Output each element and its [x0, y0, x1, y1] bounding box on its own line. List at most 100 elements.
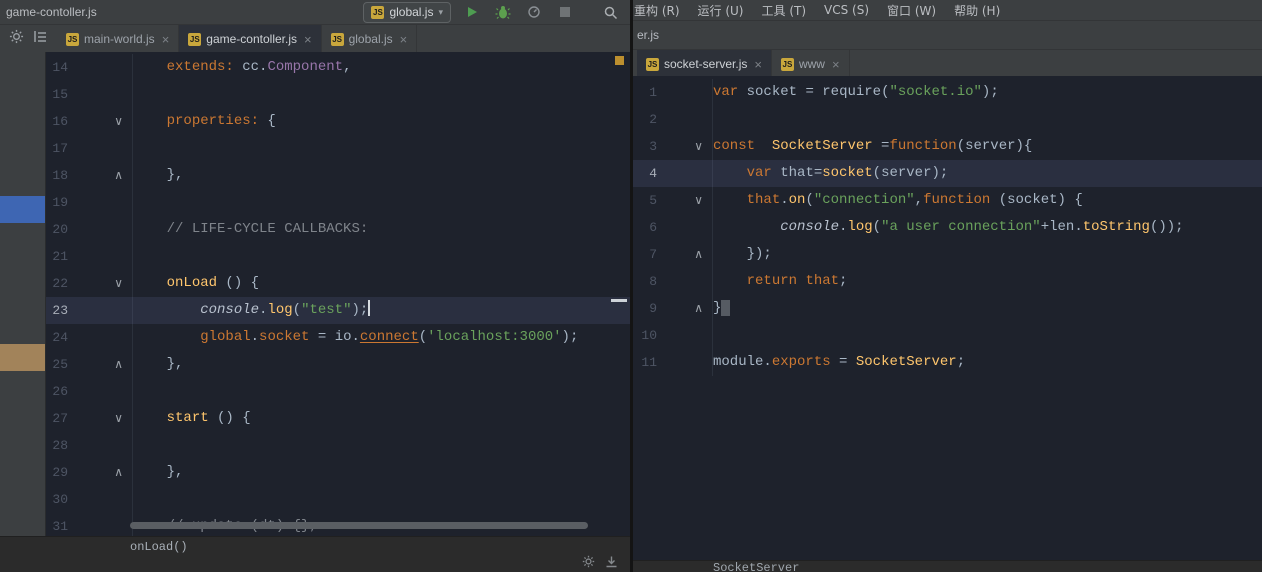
- left-editor[interactable]: 14 extends: cc.Component, 15 16 ∨ propertie…: [0, 52, 630, 536]
- code-token: "test": [301, 302, 352, 318]
- tabbar-tools: [0, 25, 57, 53]
- menu-item[interactable]: 工具 (T): [753, 2, 816, 19]
- fold-marker-icon[interactable]: ∧: [657, 295, 713, 322]
- close-tab-icon[interactable]: ×: [304, 32, 312, 47]
- debug-button[interactable]: [493, 3, 513, 21]
- horizontal-scrollbar[interactable]: [130, 522, 588, 529]
- code-line-17[interactable]: 17: [45, 135, 630, 162]
- fold-marker-icon[interactable]: ∨: [68, 405, 133, 432]
- code-line-19[interactable]: 19: [45, 189, 630, 216]
- code-line-27[interactable]: 27 ∨ start () {: [45, 405, 630, 432]
- code-token: that: [746, 192, 781, 208]
- code-line-29[interactable]: 29 ∧ },: [45, 459, 630, 486]
- menu-item[interactable]: 窗口 (W): [878, 2, 945, 19]
- tab-www[interactable]: JS www ×: [772, 50, 850, 78]
- line-number: 29: [52, 465, 68, 480]
- code-line-22[interactable]: 22 ∨ onLoad () {: [45, 270, 630, 297]
- fold-marker-icon[interactable]: ∨: [657, 133, 713, 160]
- run-configuration-select[interactable]: JS global.js ▾: [363, 1, 451, 23]
- code-line-7[interactable]: 7 ∧ });: [633, 241, 1262, 268]
- code-line-5[interactable]: 5 ∨ that.on("connection",function (socket…: [633, 187, 1262, 214]
- code-line-28[interactable]: 28: [45, 432, 630, 459]
- caret-stripe-marker[interactable]: [611, 299, 627, 302]
- code-line-3[interactable]: 3 ∨ const SocketServer =function(server){: [633, 133, 1262, 160]
- menu-item[interactable]: VCS (S): [815, 3, 878, 17]
- menu-item[interactable]: 运行 (U): [689, 2, 753, 19]
- code-line-6[interactable]: 6 console.log("a user connection"+len.to…: [633, 214, 1262, 241]
- fold-marker-icon[interactable]: ∨: [68, 270, 133, 297]
- tab-game-contoller.js[interactable]: JS game-contoller.js ×: [179, 25, 322, 53]
- code-line-18[interactable]: 18 ∧ },: [45, 162, 630, 189]
- code-token: .: [351, 329, 360, 345]
- hide-tabs-button[interactable]: [33, 29, 48, 49]
- code-token: (: [872, 165, 882, 181]
- code-token: [721, 300, 730, 316]
- stop-button[interactable]: [555, 3, 575, 21]
- menu-item[interactable]: 帮助 (H): [945, 2, 1009, 19]
- code-token: .: [250, 329, 260, 345]
- close-tab-icon[interactable]: ×: [400, 32, 408, 47]
- code-line-24[interactable]: 24 global.socket = io.connect('localhost…: [45, 324, 630, 351]
- code-token: {: [259, 113, 276, 129]
- project-panel-sliver[interactable]: [0, 52, 46, 536]
- code-token: ,: [343, 59, 352, 75]
- code-line-15[interactable]: 15: [45, 81, 630, 108]
- fold-gutter: [68, 432, 133, 459]
- close-tab-icon[interactable]: ×: [162, 32, 170, 47]
- breadcrumb[interactable]: onLoad(): [0, 536, 630, 556]
- js-file-icon: JS: [371, 5, 385, 19]
- code-line-8[interactable]: 8 return that;: [633, 268, 1262, 295]
- tab-global.js[interactable]: JS global.js ×: [322, 25, 418, 53]
- search-everywhere-button[interactable]: [600, 3, 620, 21]
- fold-marker-icon[interactable]: ∧: [68, 351, 133, 378]
- line-number: 7: [649, 247, 657, 262]
- code-line-4[interactable]: 4 var that=socket(server);: [633, 160, 1262, 187]
- left-titlebar: game-contoller.js JS global.js ▾: [0, 0, 630, 24]
- fold-marker-icon[interactable]: ∨: [68, 108, 133, 135]
- close-tab-icon[interactable]: ×: [754, 57, 762, 72]
- tab-main-world.js[interactable]: JS main-world.js ×: [57, 25, 180, 53]
- arrow-down-dock-icon: [606, 556, 617, 568]
- editor-settings-button[interactable]: [582, 555, 595, 572]
- code-line-21[interactable]: 21: [45, 243, 630, 270]
- profile-button[interactable]: [524, 3, 544, 21]
- code-line-10[interactable]: 10: [633, 322, 1262, 349]
- menu-item[interactable]: 重构 (R): [633, 2, 689, 19]
- code-line-14[interactable]: 14 extends: cc.Component,: [45, 54, 630, 81]
- line-number: 1: [649, 85, 657, 100]
- error-stripe-marker[interactable]: [615, 56, 624, 65]
- code-line-25[interactable]: 25 ∧ },: [45, 351, 630, 378]
- code-line-16[interactable]: 16 ∨ properties: {: [45, 108, 630, 135]
- code-line-11[interactable]: 11 module.exports = SocketServer;: [633, 349, 1262, 376]
- fold-marker-icon[interactable]: ∧: [657, 241, 713, 268]
- fold-marker-icon[interactable]: ∨: [657, 187, 713, 214]
- menu-bar: 重构 (R) 运行 (U) 工具 (T) VCS (S) 窗口 (W) 帮助 (H): [633, 0, 1262, 20]
- search-icon: [604, 6, 617, 19]
- js-file-icon: JS: [780, 57, 794, 71]
- fold-gutter: [68, 243, 133, 270]
- code-token: const: [713, 138, 756, 154]
- line-number: 5: [649, 193, 657, 208]
- close-tab-icon[interactable]: ×: [832, 57, 840, 72]
- right-editor[interactable]: 1 var socket = require("socket.io"); 2 3 ∨ co…: [633, 76, 1262, 560]
- fold-marker-icon[interactable]: ∧: [68, 162, 133, 189]
- code-line-23[interactable]: 23 console.log("test");: [45, 297, 630, 324]
- fold-gutter: [657, 214, 713, 241]
- right-editor-tabbar: JS socket-server.js × JS www ×: [633, 49, 1262, 79]
- run-button[interactable]: [462, 3, 482, 21]
- dock-button[interactable]: [605, 555, 618, 572]
- code-line-9[interactable]: 9 ∧}: [633, 295, 1262, 322]
- code-line-26[interactable]: 26: [45, 378, 630, 405]
- tab-settings-button[interactable]: [9, 29, 24, 49]
- code-line-2[interactable]: 2: [633, 106, 1262, 133]
- fold-marker-icon[interactable]: ∧: [68, 459, 133, 486]
- code-line-1[interactable]: 1 var socket = require("socket.io");: [633, 79, 1262, 106]
- code-line-30[interactable]: 30: [45, 486, 630, 513]
- code-line-20[interactable]: 20 // LIFE-CYCLE CALLBACKS:: [45, 216, 630, 243]
- tab-socket-server.js[interactable]: JS socket-server.js ×: [637, 50, 772, 78]
- code-token: });: [746, 246, 772, 262]
